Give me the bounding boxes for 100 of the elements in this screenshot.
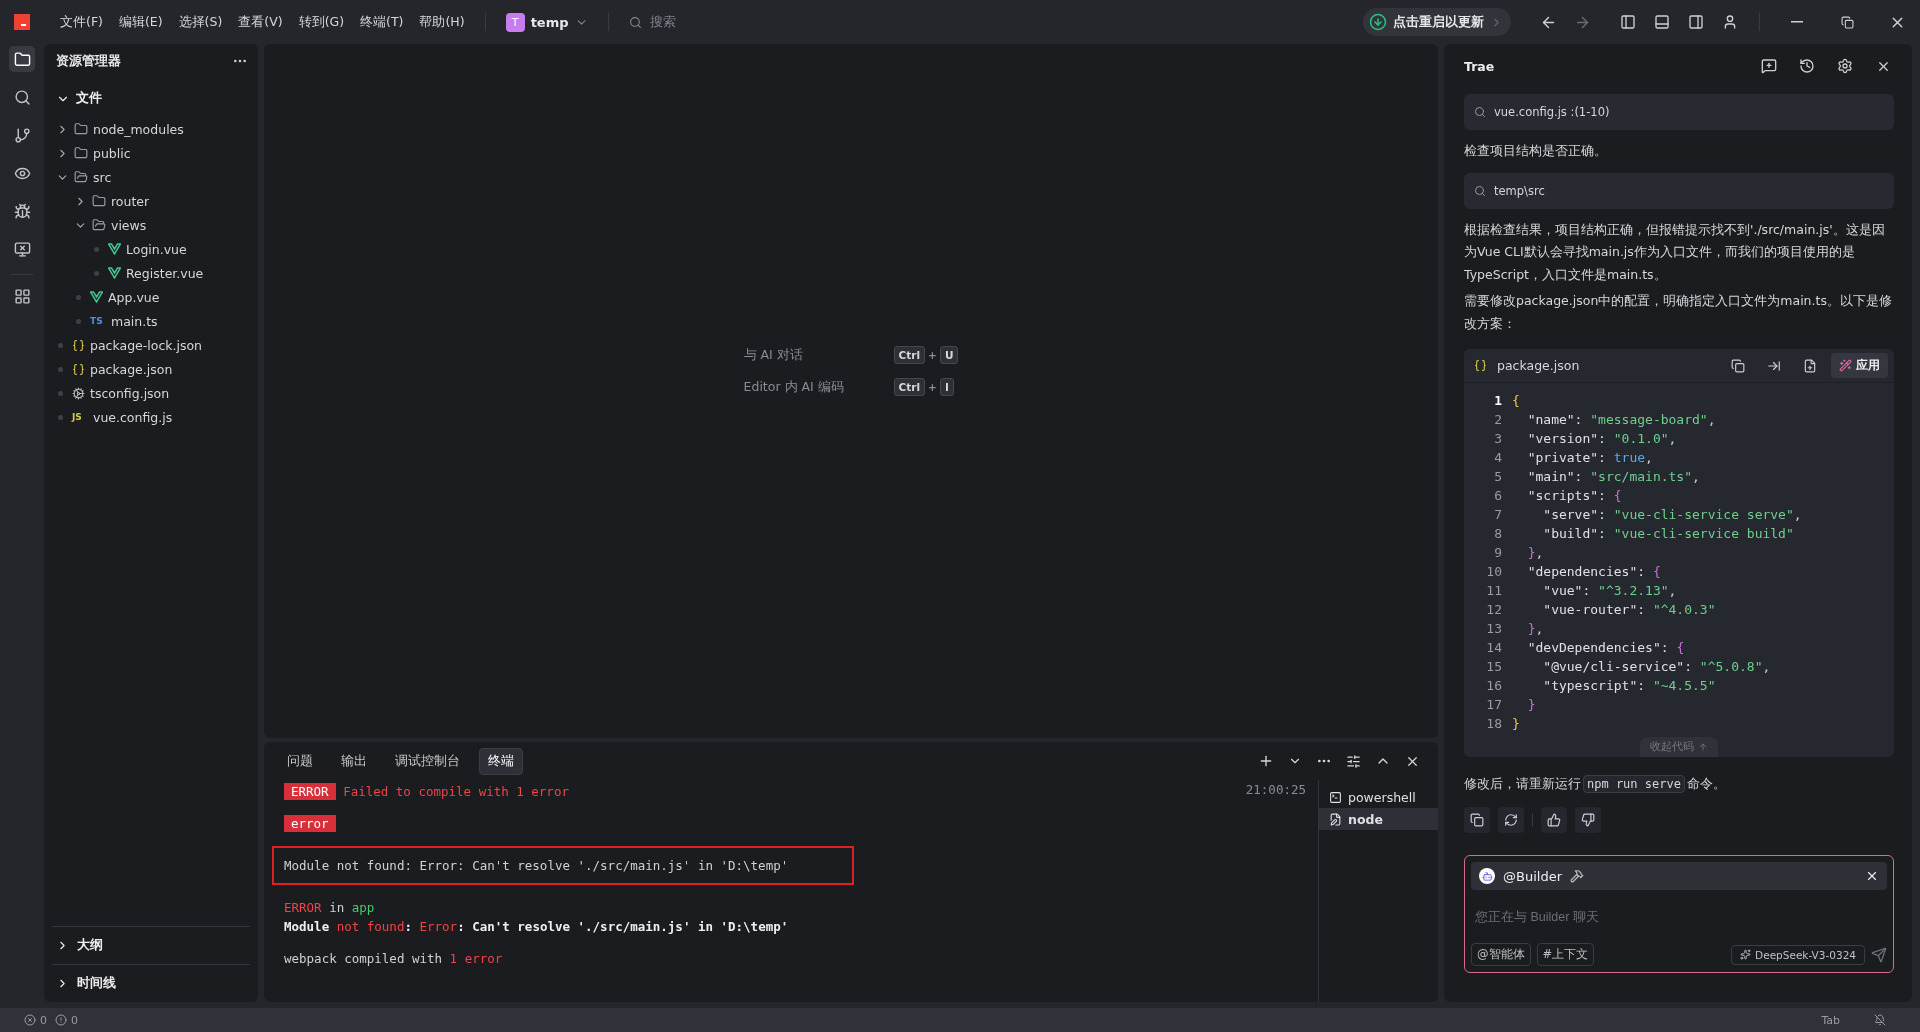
timestamp: 21:00:25 bbox=[1245, 782, 1306, 797]
keycap: Ctrl bbox=[893, 378, 926, 396]
plus-sign: + bbox=[928, 381, 937, 393]
tree-item[interactable]: router bbox=[44, 189, 258, 213]
tree-item[interactable]: Login.vue bbox=[44, 237, 258, 261]
tree-item[interactable]: TS main.ts bbox=[44, 309, 258, 333]
line-number: 13 bbox=[1485, 620, 1502, 638]
code-line: "version": "0.1.0", bbox=[1526, 430, 1677, 448]
code-line: "vue": "^3.2.13", bbox=[1542, 582, 1677, 600]
folder-icon bbox=[92, 218, 106, 232]
panel-tab[interactable]: 输出 bbox=[332, 747, 376, 775]
files-button[interactable] bbox=[9, 46, 35, 72]
line-number: 17 bbox=[1485, 696, 1502, 714]
panel-tab[interactable]: 问题 bbox=[278, 747, 322, 775]
bot-icon bbox=[1479, 868, 1495, 884]
apply-button[interactable]: 应用 bbox=[1831, 353, 1888, 378]
terminal-line: Module not found: Error: Can't resolve './src/main.js' in 'D:\temp' bbox=[284, 918, 790, 936]
chat-composer[interactable]: @Builder 您正在与 Builder 聊天 @智能体 #上下文 DeepSeek-V3-0324 bbox=[1464, 855, 1894, 973]
search-icon bbox=[13, 88, 31, 106]
menu-item[interactable]: 文件(F) bbox=[54, 9, 109, 35]
section-header[interactable]: 文件 bbox=[44, 78, 258, 117]
code-line: } bbox=[1526, 696, 1536, 714]
restore-icon bbox=[1840, 15, 1854, 29]
send-icon[interactable] bbox=[1871, 946, 1887, 963]
tree-item[interactable]: tsconfig.json bbox=[44, 381, 258, 405]
tree-item[interactable]: App.vue bbox=[44, 285, 258, 309]
menu-item[interactable]: 查看(V) bbox=[232, 9, 289, 35]
code-line: "private": true, bbox=[1526, 449, 1653, 467]
line-number: 6 bbox=[1493, 487, 1502, 505]
vue-icon bbox=[90, 291, 103, 303]
chat-paragraph: 检查项目结构是否正确。 bbox=[1464, 142, 1608, 160]
terminal-session[interactable]: node bbox=[1319, 808, 1438, 830]
tree-item[interactable]: src bbox=[44, 165, 258, 189]
line-number: 12 bbox=[1485, 601, 1502, 619]
folder-icon bbox=[92, 194, 106, 208]
keycap: I bbox=[939, 378, 954, 396]
code-line: "dependencies": { bbox=[1526, 563, 1661, 581]
code-line: "serve": "vue-cli-service serve", bbox=[1542, 506, 1802, 524]
tree-item[interactable]: node_modules bbox=[44, 117, 258, 141]
dot-icon bbox=[58, 366, 63, 372]
search-icon bbox=[1474, 184, 1486, 197]
tree-item[interactable]: JS vue.config.js bbox=[44, 405, 258, 429]
thumbs-up-icon bbox=[1547, 813, 1561, 827]
warning-icon bbox=[55, 1014, 67, 1026]
model-selector[interactable]: DeepSeek-V3-0324 bbox=[1731, 944, 1865, 965]
composer-button[interactable]: #上下文 bbox=[1536, 943, 1595, 966]
chat-plus-icon bbox=[1761, 58, 1777, 74]
warning-count: 0 bbox=[71, 1013, 78, 1027]
panel-tab[interactable]: 终端 bbox=[479, 747, 523, 775]
terminal-line: ERROR in app bbox=[284, 899, 376, 917]
panel-right-icon bbox=[1688, 14, 1704, 30]
bug-icon bbox=[13, 202, 31, 220]
code-line: "typescript": "~4.5.5" bbox=[1542, 677, 1716, 695]
code-line: }, bbox=[1526, 620, 1544, 638]
bell-off-icon bbox=[1874, 1014, 1886, 1026]
panel-tab[interactable]: 调试控制台 bbox=[386, 747, 469, 775]
copy-icon bbox=[1731, 358, 1745, 373]
chat-paragraph: 需要修改package.json中的配置，明确指定入口文件为main.ts。以下是修改方案： bbox=[1464, 292, 1893, 333]
app-logo bbox=[14, 14, 30, 30]
project-avatar: T bbox=[505, 12, 525, 32]
wand-icon bbox=[1839, 359, 1852, 372]
tree-item[interactable]: package.json bbox=[44, 357, 258, 381]
code-line: }, bbox=[1526, 544, 1544, 562]
menu-item[interactable]: 选择(S) bbox=[172, 9, 229, 35]
line-number: 1 bbox=[1493, 392, 1502, 410]
terminal-session[interactable]: powershell bbox=[1319, 786, 1438, 808]
update-button[interactable]: 点击重启以更新 bbox=[1363, 8, 1511, 36]
tree-item[interactable]: views bbox=[44, 213, 258, 237]
error-count: 0 bbox=[40, 1013, 47, 1027]
menu-item[interactable]: 编辑(E) bbox=[112, 9, 169, 35]
thumbs-down-button[interactable] bbox=[1575, 807, 1601, 833]
project-switcher[interactable]: T temp bbox=[499, 11, 594, 33]
copy-button[interactable] bbox=[1464, 807, 1490, 833]
tree-item[interactable]: public bbox=[44, 141, 258, 165]
braces-icon bbox=[72, 338, 85, 352]
thumbs-up-button[interactable] bbox=[1541, 807, 1567, 833]
code-line: "scripts": { bbox=[1526, 487, 1622, 505]
line-number: 2 bbox=[1493, 411, 1502, 429]
close-icon[interactable] bbox=[1865, 869, 1879, 883]
regenerate-button[interactable] bbox=[1498, 807, 1524, 833]
search-field[interactable]: 搜索 bbox=[647, 14, 888, 30]
copy-icon bbox=[1470, 813, 1484, 827]
chat-input[interactable]: 您正在与 Builder 聊天 bbox=[1471, 890, 1887, 943]
section-header[interactable]: 大纲 bbox=[52, 926, 250, 964]
tree-item[interactable]: package-lock.json bbox=[44, 333, 258, 357]
assistant-title: Trae bbox=[1464, 58, 1495, 74]
shortcut-label: Editor 内 AI 编码 bbox=[743, 378, 845, 396]
menu-item[interactable]: 终端(T) bbox=[354, 9, 410, 35]
tree-item[interactable]: Register.vue bbox=[44, 261, 258, 285]
menu-item[interactable]: 转到(G) bbox=[292, 9, 351, 35]
arrow-up-icon bbox=[1698, 742, 1708, 752]
code-line: "devDependencies": { bbox=[1526, 639, 1685, 657]
monitor-icon bbox=[13, 240, 31, 258]
code-line: "build": "vue-cli-service build" bbox=[1542, 525, 1794, 543]
code-line: { bbox=[1512, 392, 1520, 410]
sliders-icon bbox=[1346, 753, 1361, 769]
menu-item[interactable]: 帮助(H) bbox=[413, 9, 471, 35]
search-icon bbox=[1474, 106, 1486, 118]
section-header[interactable]: 时间线 bbox=[52, 964, 250, 1002]
composer-button[interactable]: @智能体 bbox=[1471, 943, 1531, 966]
